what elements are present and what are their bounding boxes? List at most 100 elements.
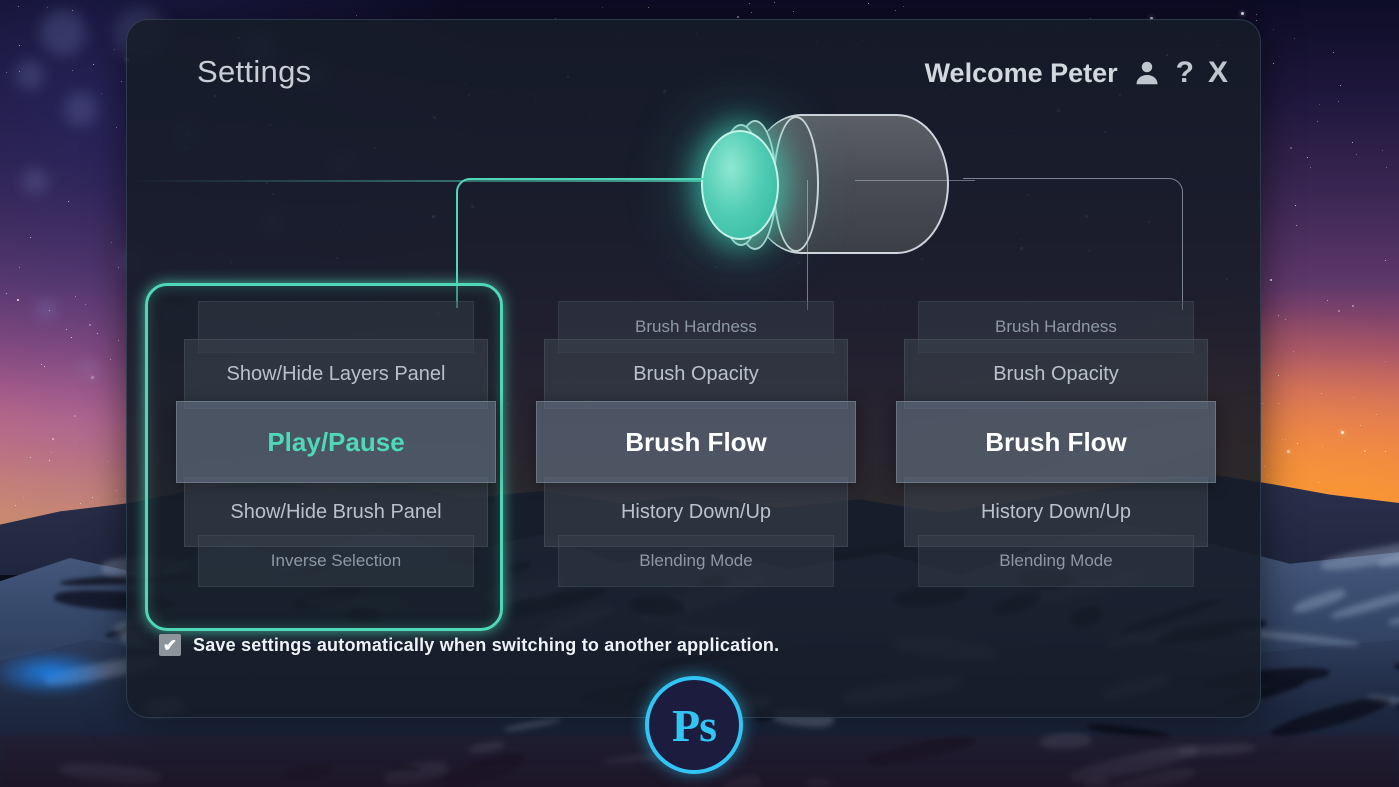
star xyxy=(1319,104,1321,106)
star xyxy=(1273,63,1275,65)
star xyxy=(116,500,118,502)
star xyxy=(1360,425,1362,427)
star xyxy=(75,296,77,298)
star xyxy=(1256,14,1258,16)
star xyxy=(15,505,17,507)
star xyxy=(30,457,32,459)
bokeh-dot xyxy=(22,168,48,194)
star xyxy=(44,366,46,368)
star xyxy=(92,497,94,499)
star xyxy=(1382,150,1384,152)
star xyxy=(6,72,8,74)
star xyxy=(1385,260,1387,262)
star xyxy=(118,340,120,342)
wheel-item[interactable]: Blending Mode xyxy=(558,535,834,587)
star xyxy=(1322,446,1324,448)
star xyxy=(1352,142,1354,144)
star xyxy=(85,304,87,306)
star xyxy=(751,12,753,14)
autosave-label: Save settings automatically when switchi… xyxy=(193,634,780,655)
star xyxy=(1341,431,1344,434)
wheel-item-selected[interactable]: Brush Flow xyxy=(536,401,856,483)
autosave-checkbox[interactable]: ✔ xyxy=(159,634,181,656)
star xyxy=(1278,403,1280,405)
star xyxy=(23,497,25,499)
star xyxy=(47,7,49,9)
star xyxy=(1364,450,1366,452)
star xyxy=(1241,12,1244,15)
bokeh-dot xyxy=(40,10,86,56)
star xyxy=(356,15,358,17)
bokeh-dot xyxy=(80,360,96,376)
star xyxy=(737,16,739,18)
wheel-item[interactable]: Brush Opacity xyxy=(544,339,848,409)
star xyxy=(1333,52,1335,54)
star xyxy=(1285,439,1287,441)
star xyxy=(1353,397,1355,399)
star xyxy=(1262,390,1264,392)
star xyxy=(114,49,116,51)
star xyxy=(1356,154,1358,156)
wheel-item-selected[interactable]: Brush Flow xyxy=(896,401,1216,483)
star xyxy=(1270,279,1272,281)
star xyxy=(1273,29,1275,31)
photoshop-logo[interactable]: Ps xyxy=(645,676,743,774)
star xyxy=(868,3,870,5)
star xyxy=(1327,300,1329,302)
star xyxy=(1385,361,1387,363)
star xyxy=(1317,121,1319,123)
star xyxy=(1376,414,1378,416)
star xyxy=(1295,205,1297,207)
star xyxy=(41,364,43,366)
star xyxy=(91,376,94,379)
star xyxy=(749,3,751,5)
star xyxy=(903,6,905,8)
star xyxy=(17,299,19,301)
bokeh-dot xyxy=(64,92,98,126)
blue-glow xyxy=(0,650,110,696)
wheel-item[interactable]: Brush Opacity xyxy=(904,339,1208,409)
star xyxy=(1307,157,1309,159)
star xyxy=(116,490,118,492)
star xyxy=(1293,351,1295,353)
star xyxy=(1282,439,1284,441)
star xyxy=(774,2,776,4)
star xyxy=(793,11,795,13)
star xyxy=(1338,310,1340,312)
star xyxy=(19,45,21,47)
star xyxy=(52,438,54,440)
settings-dialog: Settings Welcome Peter ? X Lenovo Show/H… xyxy=(126,19,1261,718)
star xyxy=(1296,225,1298,227)
star xyxy=(1352,305,1354,307)
wheel-item[interactable]: Blending Mode xyxy=(918,535,1194,587)
star xyxy=(93,64,95,66)
star xyxy=(71,337,73,339)
wheel-item[interactable]: Inverse Selection xyxy=(198,535,474,587)
bokeh-dot xyxy=(36,300,56,320)
star xyxy=(1318,482,1320,484)
settings-columns: Show/Hide Layers Panel Play/Pause Show/Hid… xyxy=(127,20,1260,717)
star xyxy=(111,242,113,244)
star xyxy=(1266,441,1268,443)
bokeh-dot xyxy=(15,60,45,90)
autosave-row[interactable]: ✔ Save settings automatically when switc… xyxy=(159,634,779,656)
star xyxy=(97,333,99,335)
star xyxy=(18,6,20,8)
star xyxy=(1264,466,1266,468)
star xyxy=(1338,101,1340,103)
star xyxy=(107,461,109,463)
star xyxy=(51,452,53,454)
star xyxy=(68,201,70,203)
star xyxy=(1285,319,1287,321)
star xyxy=(121,81,123,83)
star xyxy=(1267,475,1269,477)
wheel-item[interactable]: Show/Hide Layers Panel xyxy=(184,339,488,409)
star xyxy=(110,359,112,361)
star xyxy=(1321,393,1323,395)
wheel-item-selected[interactable]: Play/Pause xyxy=(176,401,496,483)
star xyxy=(1310,167,1312,169)
star xyxy=(49,460,51,462)
star xyxy=(1385,451,1387,453)
star xyxy=(648,7,650,9)
star xyxy=(80,503,82,505)
